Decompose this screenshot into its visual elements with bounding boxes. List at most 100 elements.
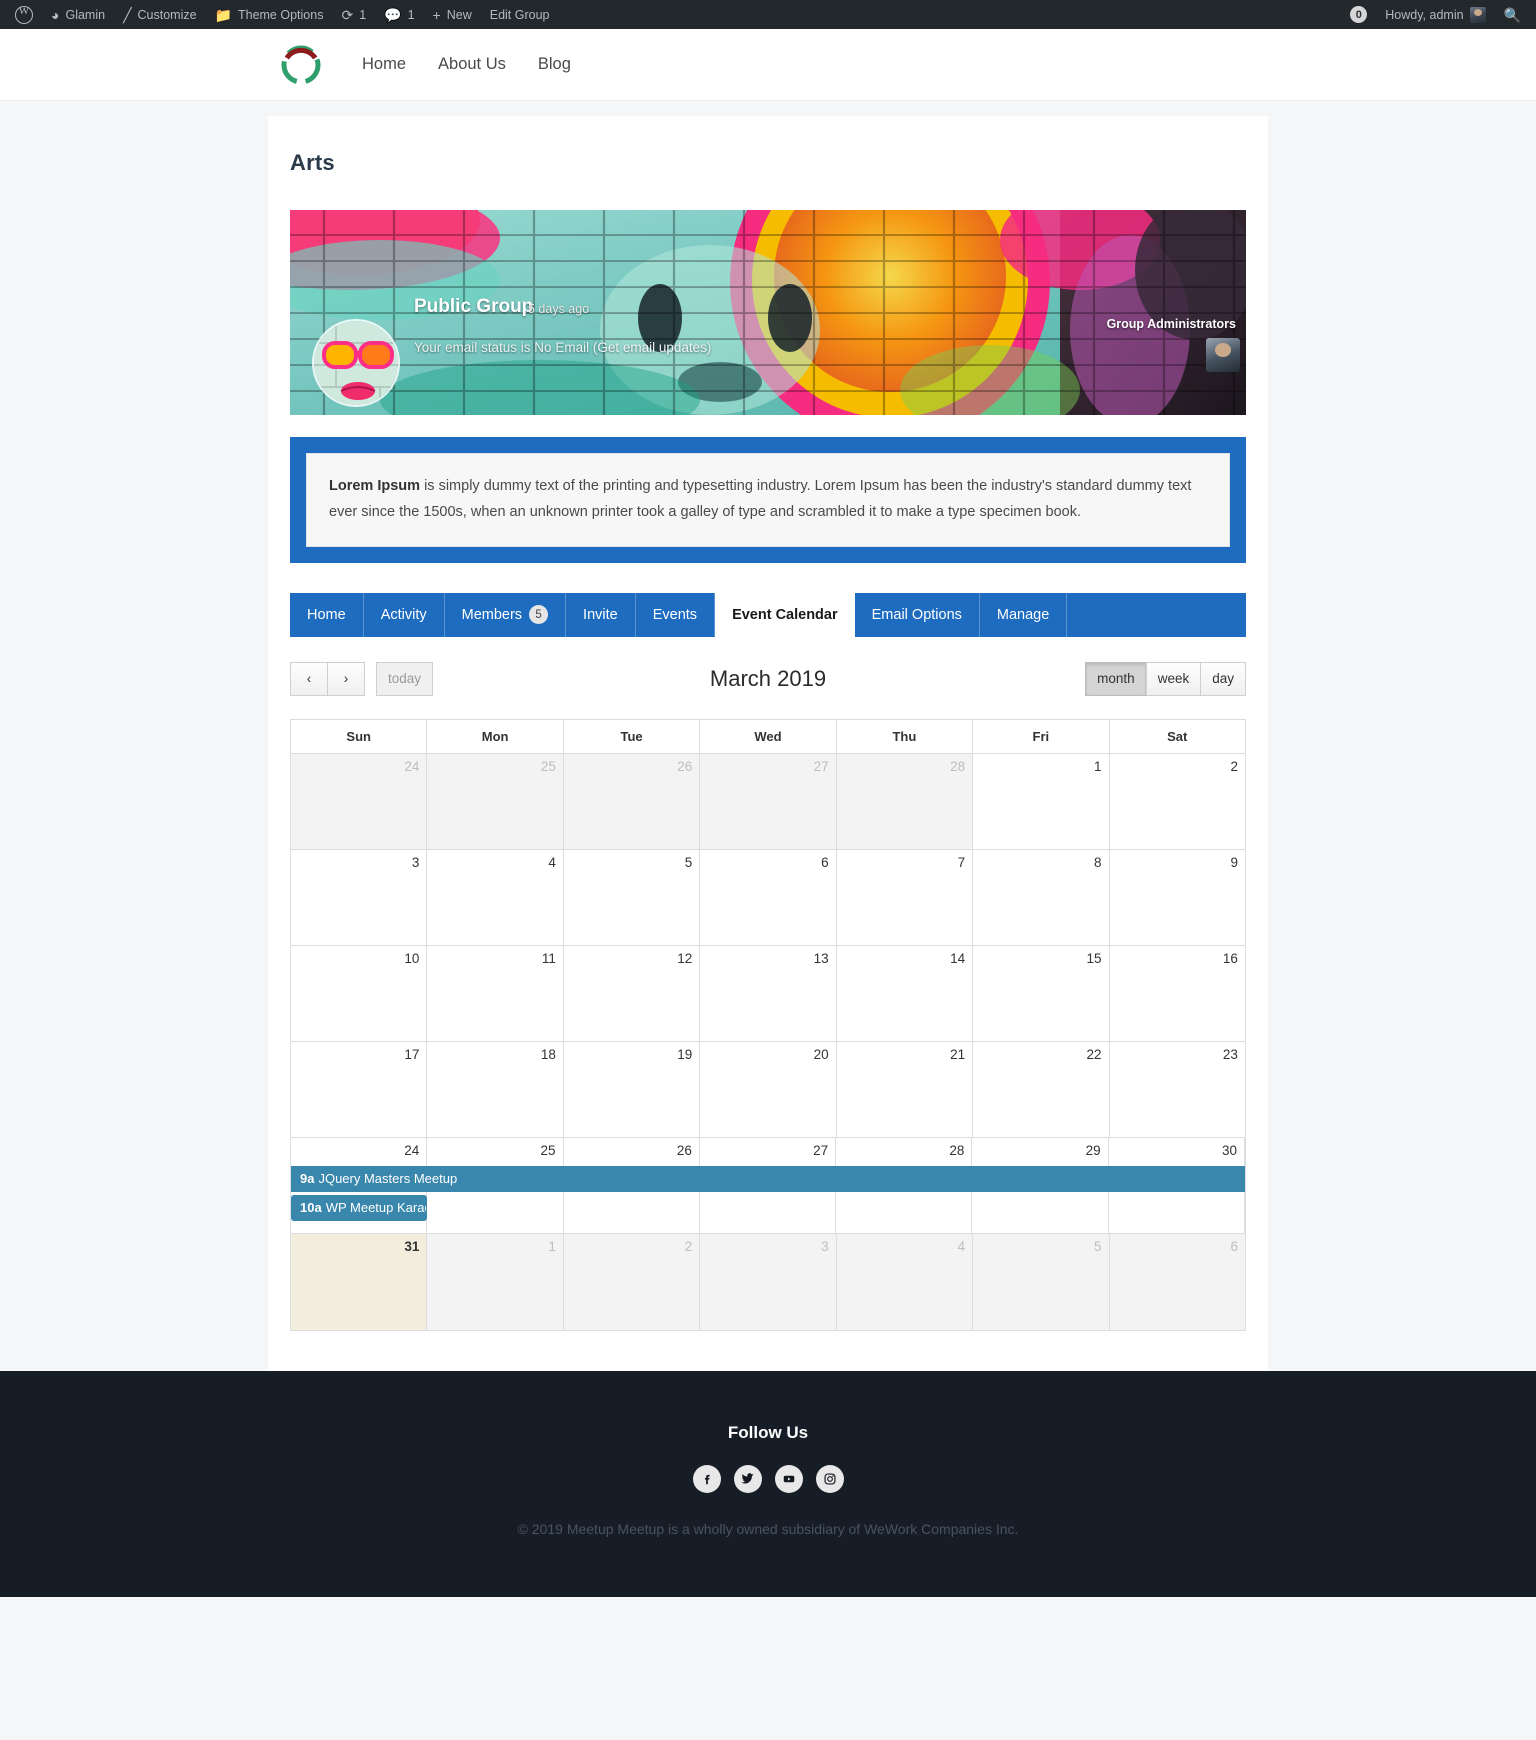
site-logo[interactable] [278,42,324,88]
calendar-day-cell[interactable]: 5 [973,1233,1110,1330]
calendar-day-cell[interactable]: 3 [700,1233,837,1330]
adminbar-label: Glamin [65,7,106,22]
wp-logo-menu[interactable] [6,0,42,29]
get-email-updates-link[interactable]: Get email updates [597,340,707,355]
calendar-view-month-button[interactable]: month [1085,661,1147,696]
avatar [1469,6,1486,23]
calendar-day-cell[interactable]: 20 [700,1041,837,1138]
calendar-day-number: 16 [1222,950,1238,966]
calendar-day-cell[interactable]: 13 [700,945,837,1042]
adminbar-item-new[interactable]: + New [424,0,481,29]
adminbar-item-edit-group[interactable]: Edit Group [481,0,559,29]
adminbar-item-updates[interactable]: ⟳ 1 [332,0,375,29]
nav-item-blog[interactable]: Blog [538,55,571,74]
calendar-next-button[interactable]: › [327,661,365,696]
tab-members[interactable]: Members 5 [445,592,567,637]
site-header: Home About Us Blog [0,29,1536,101]
calendar-day-number: 3 [411,854,420,870]
calendar-day-cell[interactable]: 31 [291,1233,428,1330]
calendar-day-cell[interactable]: 3 [291,849,428,946]
adminbar-item-comments[interactable]: 💬 1 [375,0,423,29]
facebook-icon[interactable] [692,1464,721,1493]
calendar-dayname-sat: Sat [1109,720,1245,754]
calendar-day-cell[interactable]: 17 [291,1041,428,1138]
calendar-day-cell[interactable]: 9 [1109,850,1245,946]
calendar-week: 10 11 12 13 14 15 16 [291,945,1245,1042]
tab-email-options[interactable]: Email Options [855,592,980,637]
calendar-day-number: 18 [540,1046,556,1062]
calendar-day-cell[interactable]: 6 [1109,1233,1245,1330]
calendar-day-cell[interactable]: 26 [563,753,701,850]
calendar-day-cell[interactable]: 8 [973,849,1110,946]
tab-event-calendar[interactable]: Event Calendar [715,592,855,637]
calendar-day-cell[interactable]: 23 [1109,1042,1245,1138]
tab-manage[interactable]: Manage [980,592,1068,637]
adminbar-item-site[interactable]: ◕ Glamin [42,0,114,29]
tab-activity[interactable]: Activity [364,592,445,637]
description-lead: Lorem Ipsum [329,478,421,494]
youtube-icon[interactable] [774,1464,803,1493]
calendar-day-number: 21 [950,1046,966,1062]
calendar-day-cell[interactable]: 28 [836,753,974,850]
calendar-day-cell[interactable]: 10 [291,945,428,1042]
calendar-day-cell[interactable]: 1 [973,753,1110,850]
calendar-day-cell[interactable]: 12 [563,945,701,1042]
calendar-day-cell[interactable]: 27 [700,753,837,850]
adminbar-notifications[interactable]: 0 [1341,0,1376,29]
group-admin-avatar[interactable] [1206,338,1240,372]
calendar-day-cell[interactable]: 14 [836,945,974,1042]
calendar-day-cell[interactable]: 16 [1109,946,1245,1042]
calendar-day-number: 26 [676,1142,692,1158]
adminbar-search[interactable]: 🔍 [1495,0,1530,29]
tab-events[interactable]: Events [636,592,716,637]
calendar-day-cell[interactable]: 19 [563,1041,701,1138]
twitter-icon[interactable] [733,1464,762,1493]
calendar-day-cell[interactable]: 25 [427,753,564,850]
adminbar-label: Edit Group [489,7,550,22]
calendar-day-cell[interactable]: 7 [836,849,974,946]
adminbar-item-theme-options[interactable]: 📁 Theme Options [206,0,333,29]
calendar-prev-button[interactable]: ‹ [290,661,328,696]
calendar-day-number: 23 [1222,1046,1238,1062]
tab-label: Members [461,606,523,623]
paintbrush-icon: ╱ [123,6,132,23]
group-cover: Public Group 5 days ago Your email statu… [290,210,1246,415]
calendar-day-cell[interactable]: 22 [973,1041,1110,1138]
tab-invite[interactable]: Invite [566,592,636,637]
calendar-day-cell[interactable]: 15 [973,945,1110,1042]
calendar-day-cell[interactable]: 4 [836,1233,974,1330]
nav-item-home[interactable]: Home [362,55,406,74]
dashboard-icon: ◕ [51,6,60,23]
calendar-day-cell[interactable]: 18 [427,1041,564,1138]
adminbar-my-account[interactable]: Howdy, admin [1376,0,1494,29]
tab-home[interactable]: Home [290,592,364,637]
calendar-day-cell[interactable]: 11 [427,945,564,1042]
calendar-today-button[interactable]: today [376,661,434,696]
notification-count: 0 [1350,6,1368,23]
calendar-dayname-tue: Tue [563,719,701,754]
comment-bubble-icon: 💬 [384,6,402,23]
calendar-event[interactable]: 10aWP Meetup Karachi [291,1194,428,1221]
social-links [0,1464,1536,1493]
calendar-day-cell[interactable]: 6 [700,849,837,946]
calendar-day-cell[interactable]: 1 [427,1233,564,1330]
calendar-day-cell[interactable]: 21 [836,1041,974,1138]
nav-item-about-us[interactable]: About Us [438,55,506,74]
calendar-day-cell[interactable]: 5 [563,849,701,946]
calendar-day-cell[interactable]: 24 [291,753,428,850]
calendar-day-number: 20 [813,1046,829,1062]
group-tabs: Home Activity Members 5 Invite Events Ev… [290,592,1246,637]
calendar-week: 24 25 26 27 28 1 2 [291,753,1245,850]
calendar-view-week-button[interactable]: week [1145,661,1202,696]
calendar-event[interactable]: 9a JQuery Masters Meetup [291,1165,1245,1192]
calendar-day-cell[interactable]: 2 [563,1233,701,1330]
calendar-day-number: 12 [677,950,693,966]
calendar-day-cell[interactable]: 4 [427,849,564,946]
instagram-icon[interactable] [815,1464,844,1493]
group-email-status: Your email status is No Email (Get email… [414,340,711,355]
calendar-day-cell[interactable]: 2 [1109,754,1245,850]
adminbar-item-customize[interactable]: ╱ Customize [114,0,205,29]
group-avatar[interactable] [312,319,400,407]
calendar-view-day-button[interactable]: day [1200,661,1246,696]
calendar-day-number: 31 [404,1238,420,1254]
